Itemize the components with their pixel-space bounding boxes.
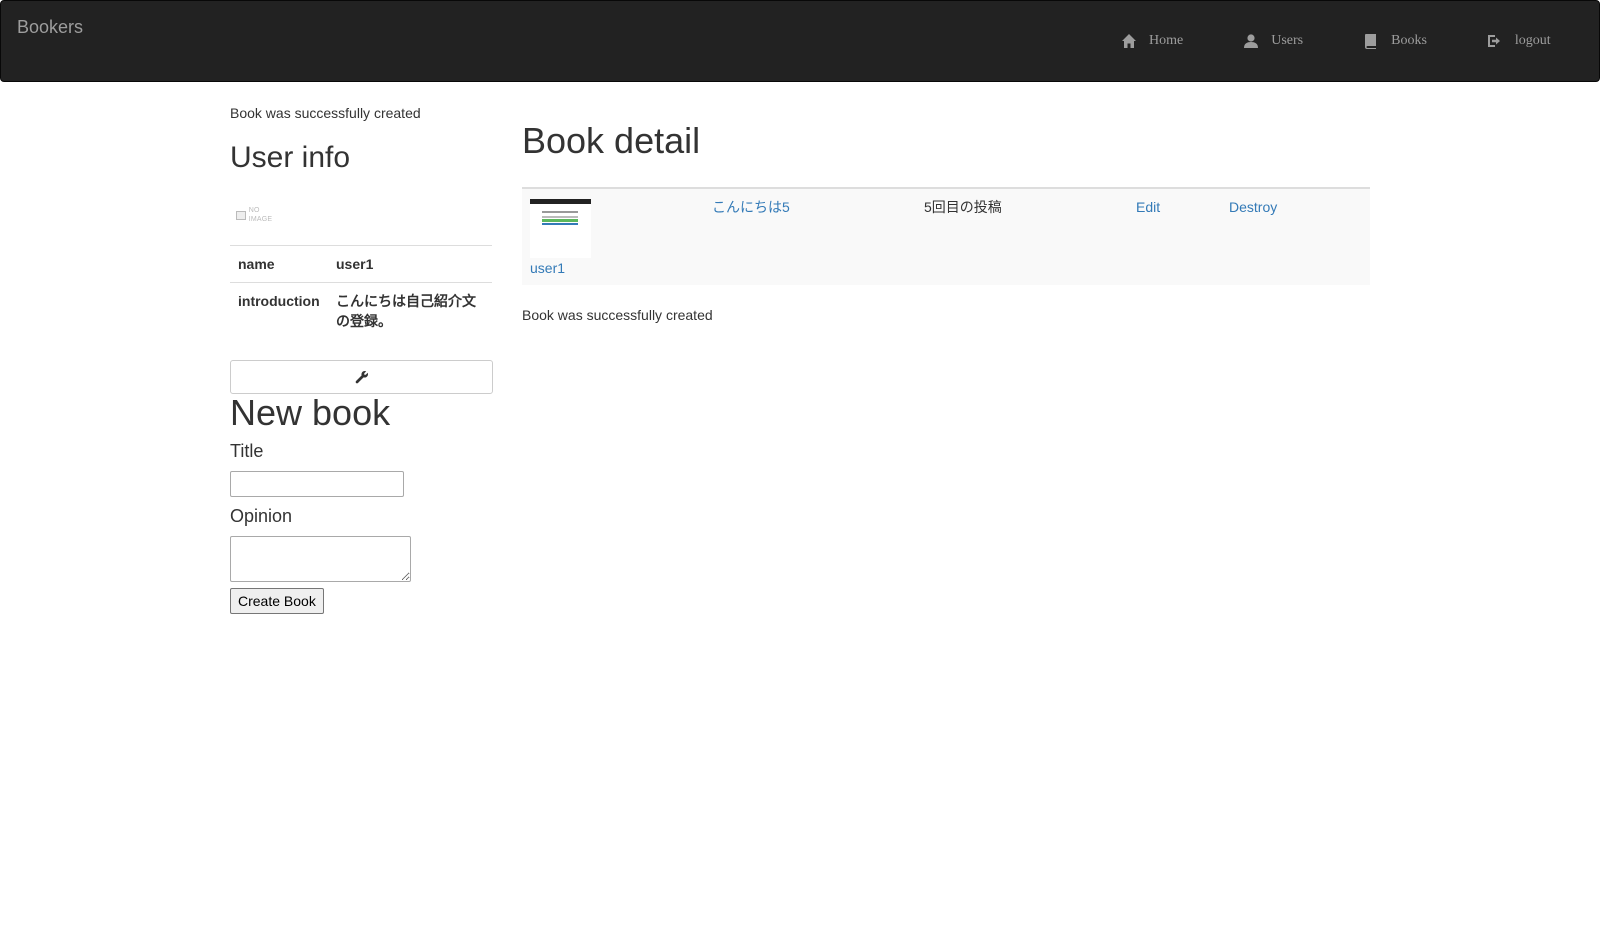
flash-message: Book was successfully created [230,105,421,121]
name-label: name [230,245,328,283]
create-book-button[interactable]: Create Book [230,588,324,614]
nav-item-home[interactable]: Home [1121,33,1183,49]
brand-link[interactable]: Bookers [17,17,83,37]
table-row: name user1 [230,245,492,283]
nav-item-users[interactable]: Users [1243,33,1303,49]
nav-item-label: Users [1271,33,1304,48]
flash-message: Book was successfully created [522,307,713,323]
nav-item-label: Books [1391,33,1427,48]
book-user-link[interactable]: user1 [530,258,565,278]
edit-book-link[interactable]: Edit [1136,197,1160,217]
logout-icon [1487,33,1503,49]
title-input[interactable] [230,471,404,497]
book-opinion: 5回目の投稿 [924,199,1002,215]
wrench-icon [355,370,369,384]
user-info-heading: User info [230,141,351,174]
nav-item-label: logout [1514,33,1551,48]
avatar-alt-text: NO IMAGE [248,207,273,223]
book-icon [1363,33,1379,49]
destroy-book-link[interactable]: Destroy [1229,197,1277,217]
table-row: introduction こんにちは自己紹介文の登録。 [230,282,492,339]
nav-item-books[interactable]: Books [1363,33,1427,49]
user-info-table: name user1 introduction こんにちは自己紹介文の登録。 [230,245,492,339]
introduction-label: introduction [230,282,328,339]
home-icon [1121,33,1137,49]
user-thumbnail[interactable] [530,199,591,258]
name-value: user1 [328,245,492,283]
avatar: NO IMAGE [236,207,284,223]
image-placeholder-icon [236,210,246,220]
title-label: Title [230,441,264,461]
opinion-label: Opinion [230,506,293,526]
nav-menu: Home Users Books logout [1121,33,1551,49]
opinion-textarea[interactable] [230,536,411,582]
nav-item-logout[interactable]: logout [1487,33,1551,49]
user-icon [1243,33,1259,49]
book-detail-heading: Book detail [522,120,701,161]
edit-profile-button[interactable] [230,360,493,394]
new-book-heading: New book [230,392,391,433]
book-title-link[interactable]: こんにちは5 [712,197,790,217]
navbar: Bookers Home Users Books logout [0,0,1600,82]
table-row: user1 こんにちは5 5回目の投稿 Edit Destroy [522,187,1370,285]
nav-item-label: Home [1149,33,1184,48]
introduction-value: こんにちは自己紹介文の登録。 [328,282,492,339]
